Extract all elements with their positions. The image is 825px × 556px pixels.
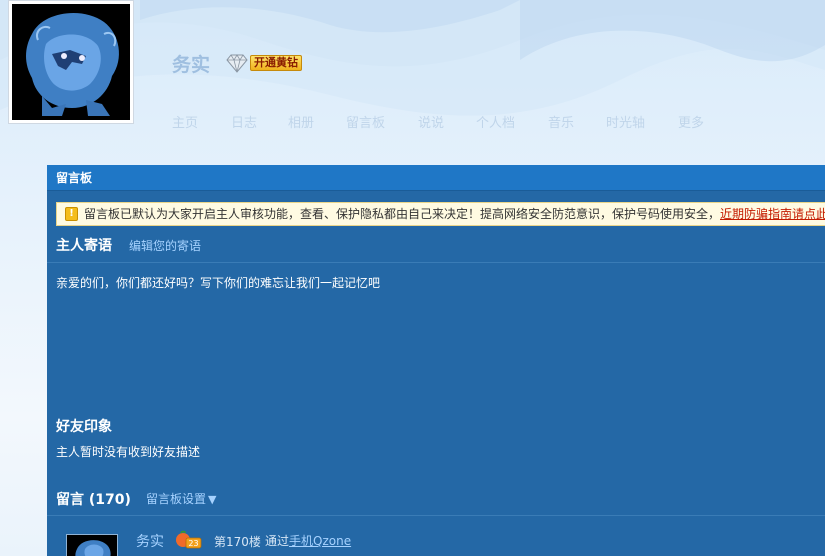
comment-source: 通过手机Qzone	[265, 532, 351, 549]
notice-text: 留言板已默认为大家开启主人审核功能，查看、保护隐私都由自己来决定！提高网络安全防…	[84, 207, 721, 221]
nav-timeline[interactable]: 时光轴	[606, 112, 645, 131]
open-vip-button[interactable]: 开通黄钻	[250, 55, 302, 71]
divider	[47, 262, 825, 263]
settings-link-label: 留言板设置	[146, 492, 207, 506]
security-notice: ! 留言板已默认为大家开启主人审核功能，查看、保护隐私都由自己来决定！提高网络安…	[56, 202, 825, 226]
host-message-title: 主人寄语	[56, 238, 112, 254]
nav-more[interactable]: 更多	[678, 112, 704, 131]
panel-title: 留言板	[47, 165, 825, 191]
mobile-qzone-link[interactable]: 手机Qzone	[289, 534, 351, 548]
comment-author[interactable]: 务实	[136, 531, 164, 551]
level-badge-icon: 23	[174, 530, 202, 550]
triangle-down-icon: ▼	[208, 493, 217, 506]
level-badge-text: 23	[188, 539, 198, 548]
nav-album[interactable]: 相册	[288, 112, 314, 131]
anti-fraud-link[interactable]: 近期防骗指南请点此	[720, 207, 825, 221]
comments-title: 留言 (170)	[56, 492, 131, 508]
edit-message-link[interactable]: 编辑您的寄语	[129, 237, 201, 254]
divider	[47, 515, 825, 516]
nav-music[interactable]: 音乐	[548, 112, 574, 131]
guestbook-settings-link[interactable]: 留言板设置 ▼	[146, 490, 216, 507]
profile-avatar[interactable]	[8, 0, 134, 124]
guestbook-panel: 留言板 ! 留言板已默认为大家开启主人审核功能，查看、保护隐私都由自己来决定！提…	[47, 165, 825, 556]
nav-guestbook[interactable]: 留言板	[346, 112, 385, 131]
host-message-text: 亲爱的们，你们都还好吗？写下你们的难忘让我们一起记忆吧	[56, 276, 381, 290]
source-prefix: 通过	[265, 534, 290, 548]
warning-icon: !	[65, 207, 78, 221]
nav-profile[interactable]: 个人档	[476, 112, 515, 131]
comment-avatar[interactable]	[66, 534, 118, 556]
nav-home[interactable]: 主页	[172, 112, 198, 131]
nav-shuoshuo[interactable]: 说说	[418, 112, 444, 131]
friend-impression-title: 好友印象	[56, 419, 112, 435]
profile-nickname: 务实	[172, 54, 211, 76]
nav-blog[interactable]: 日志	[231, 112, 257, 131]
comment-floor: 第170楼	[214, 535, 261, 549]
lion-avatar-image	[12, 4, 130, 120]
friend-impression-text: 主人暂时没有收到好友描述	[56, 445, 201, 459]
diamond-icon[interactable]	[226, 53, 248, 73]
